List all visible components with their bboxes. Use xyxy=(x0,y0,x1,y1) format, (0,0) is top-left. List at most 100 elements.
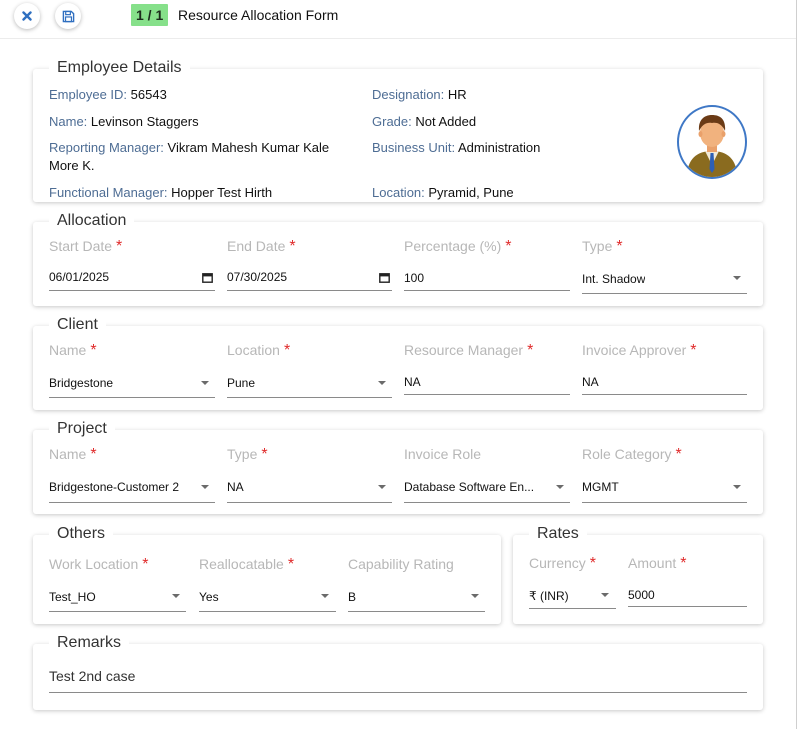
others-title: Others xyxy=(49,523,114,545)
remarks-title: Remarks xyxy=(49,632,130,654)
calendar-icon[interactable] xyxy=(202,272,213,283)
role-category-underline xyxy=(582,502,747,503)
percentage-label: Percentage (%) * xyxy=(404,238,512,255)
chevron-down-icon xyxy=(556,485,564,489)
designation: Designation: HR xyxy=(372,86,467,104)
chevron-down-icon xyxy=(733,485,741,489)
client-location-select[interactable]: Location * Pune xyxy=(227,342,392,398)
client-name-value: Bridgestone xyxy=(49,376,114,390)
grade: Grade: Not Added xyxy=(372,113,476,131)
employee-name-label: Name: xyxy=(49,114,88,129)
chevron-down-icon xyxy=(471,594,479,598)
project-name-label: Name * xyxy=(49,446,97,463)
invoice-role-select[interactable]: Invoice Role Database Software En... xyxy=(404,446,570,503)
top-toolbar: 1 / 1 Resource Allocation Form xyxy=(0,0,796,39)
functional-manager: Functional Manager: Hopper Test Hirth xyxy=(49,184,272,202)
amount-underline xyxy=(628,606,747,607)
project-type-select[interactable]: Type * NA xyxy=(227,446,392,503)
record-counter: 1 / 1 xyxy=(131,4,169,26)
window-right-border xyxy=(796,0,797,729)
start-date-value: 06/01/2025 xyxy=(49,270,110,284)
work-location-label: Work Location * xyxy=(49,556,149,573)
location: Location: Pyramid, Pune xyxy=(372,184,514,202)
currency-underline xyxy=(529,608,616,609)
amount-label: Amount * xyxy=(628,555,687,572)
employee-details-title: Employee Details xyxy=(49,57,190,79)
resource-manager-label: Resource Manager * xyxy=(404,342,534,359)
person-icon xyxy=(687,115,737,177)
capability-rating-underline xyxy=(348,611,485,612)
project-title: Project xyxy=(49,418,115,440)
chevron-down-icon xyxy=(601,593,609,597)
grade-label: Grade: xyxy=(372,114,412,129)
reallocatable-label: Reallocatable * xyxy=(199,556,295,573)
reallocatable-select[interactable]: Reallocatable * Yes xyxy=(199,556,336,612)
chevron-down-icon xyxy=(733,276,741,280)
end-date-field[interactable]: End Date * 07/30/2025 xyxy=(227,238,392,292)
reallocatable-underline xyxy=(199,611,336,612)
chevron-down-icon xyxy=(378,381,386,385)
close-icon xyxy=(22,11,32,21)
functional-manager-label: Functional Manager: xyxy=(49,185,168,200)
client-location-value: Pune xyxy=(227,376,256,390)
location-label: Location: xyxy=(372,185,425,200)
client-title: Client xyxy=(49,314,106,336)
project-type-label: Type * xyxy=(227,446,268,463)
location-value: Pyramid, Pune xyxy=(428,185,514,200)
invoice-approver-label: Invoice Approver * xyxy=(582,342,697,359)
invoice-role-underline xyxy=(404,502,570,503)
reporting-manager-label: Reporting Manager: xyxy=(49,140,164,155)
currency-label: Currency * xyxy=(529,555,597,572)
resource-manager-field[interactable]: Resource Manager * NA xyxy=(404,342,570,396)
employee-avatar xyxy=(677,105,747,179)
client-name-underline xyxy=(49,397,215,398)
currency-select[interactable]: Currency * ₹ (INR) xyxy=(529,555,616,609)
client-location-label: Location * xyxy=(227,342,291,359)
business-unit-value: Administration xyxy=(458,140,541,155)
rates-title: Rates xyxy=(529,523,587,545)
employee-id-label: Employee ID: xyxy=(49,87,128,102)
business-unit-label: Business Unit: xyxy=(372,140,456,155)
project-name-select[interactable]: Name * Bridgestone-Customer 2 xyxy=(49,446,215,503)
type-label: Type * xyxy=(582,238,623,255)
amount-field[interactable]: Amount * 5000 xyxy=(628,555,747,607)
client-name-select[interactable]: Name * Bridgestone xyxy=(49,342,215,398)
type-select[interactable]: Type * Int. Shadow xyxy=(582,238,747,294)
functional-manager-value: Hopper Test Hirth xyxy=(171,185,273,200)
remarks-underline xyxy=(49,692,747,693)
currency-value: ₹ (INR) xyxy=(529,589,569,603)
reporting-manager: Reporting Manager: Vikram Mahesh Kumar K… xyxy=(49,139,349,175)
grade-value: Not Added xyxy=(415,114,477,129)
chevron-down-icon xyxy=(201,381,209,385)
resource-manager-underline xyxy=(404,394,570,395)
capability-rating-label: Capability Rating xyxy=(348,556,454,572)
invoice-approver-underline xyxy=(582,394,747,395)
percentage-field[interactable]: Percentage (%) * 100 xyxy=(404,238,570,292)
capability-rating-value: B xyxy=(348,590,357,604)
start-date-field[interactable]: Start Date * 06/01/2025 xyxy=(49,238,215,292)
project-name-value: Bridgestone-Customer 2 xyxy=(49,480,180,494)
designation-label: Designation: xyxy=(372,87,445,102)
capability-rating-select[interactable]: Capability Rating B xyxy=(348,556,485,612)
work-location-select[interactable]: Work Location * Test_HO xyxy=(49,556,186,612)
role-category-select[interactable]: Role Category * MGMT xyxy=(582,446,747,503)
reallocatable-value: Yes xyxy=(199,590,219,604)
percentage-value: 100 xyxy=(404,271,425,285)
business-unit: Business Unit: Administration xyxy=(372,139,540,157)
type-underline xyxy=(582,293,747,294)
save-button[interactable] xyxy=(55,3,81,29)
invoice-role-value: Database Software En... xyxy=(404,480,535,494)
chevron-down-icon xyxy=(172,594,180,598)
work-location-underline xyxy=(49,611,186,612)
form-title: Resource Allocation Form xyxy=(178,7,339,23)
close-button[interactable] xyxy=(14,3,40,29)
client-name-label: Name * xyxy=(49,342,97,359)
save-icon xyxy=(62,10,74,22)
remarks-field[interactable]: Test 2nd case xyxy=(49,664,747,694)
calendar-icon[interactable] xyxy=(379,272,390,283)
amount-value: 5000 xyxy=(628,588,655,602)
project-type-underline xyxy=(227,502,392,503)
designation-value: HR xyxy=(447,87,467,102)
invoice-role-label: Invoice Role xyxy=(404,446,482,462)
invoice-approver-field[interactable]: Invoice Approver * NA xyxy=(582,342,747,396)
